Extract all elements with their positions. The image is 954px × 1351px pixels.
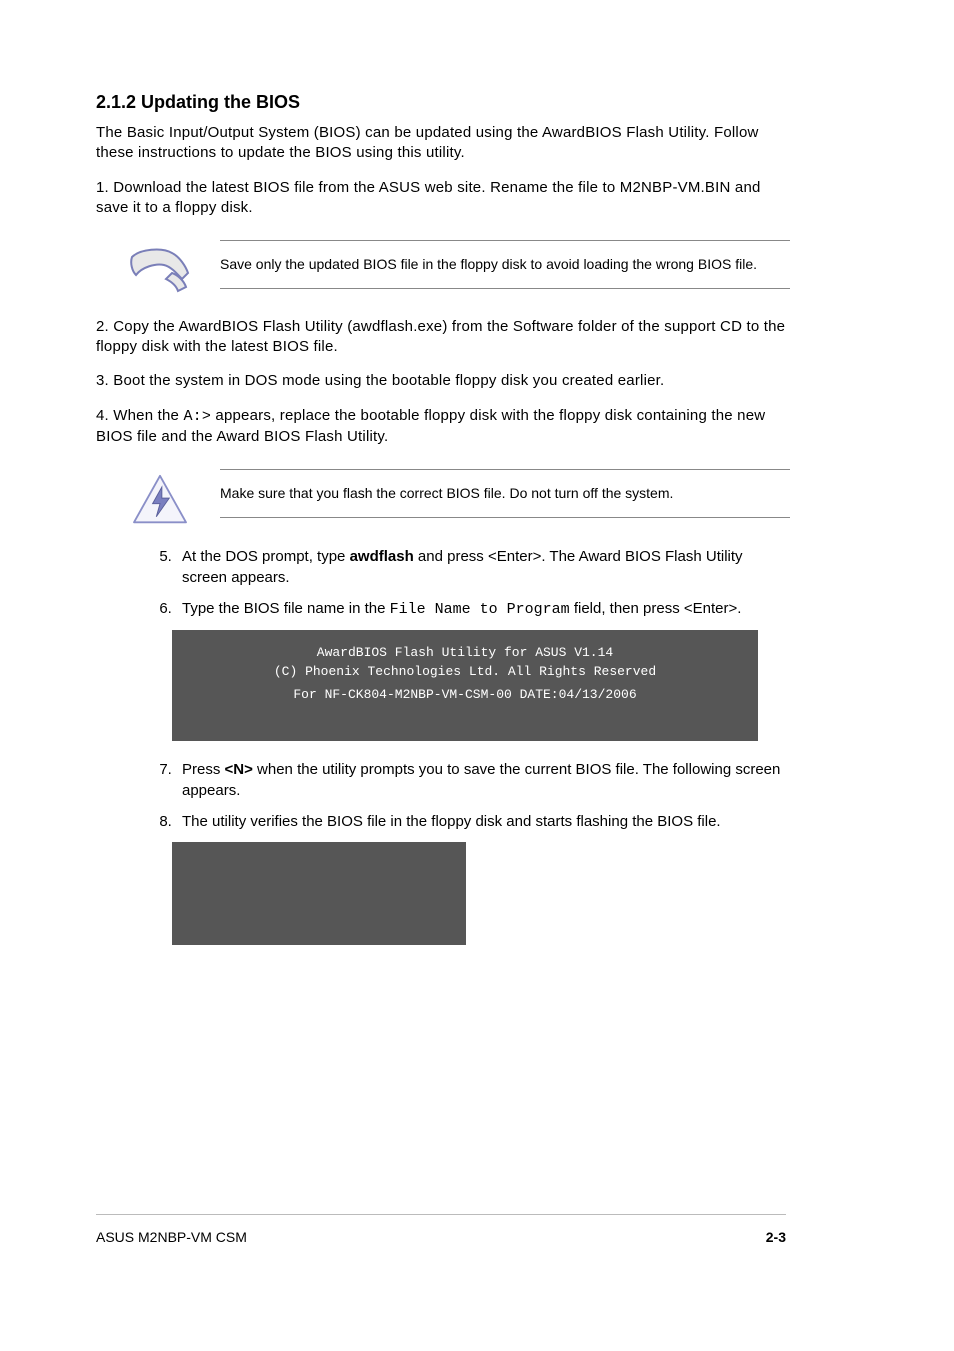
- page-footer: ASUS M2NBP-VM CSM 2-3: [96, 1214, 786, 1245]
- code-output-2: [172, 842, 466, 945]
- warning-lightning-icon: [130, 474, 194, 526]
- step-prompt: 4. When the A:> appears, replace the boo…: [96, 406, 786, 448]
- code-output-1: AwardBIOS Flash Utility for ASUS V1.14 (…: [172, 630, 758, 741]
- step-boot: 3. Boot the system in DOS mode using the…: [96, 371, 786, 391]
- warning-callout: Make sure that you flash the correct BIO…: [220, 469, 786, 518]
- footer-page-number: 2-3: [766, 1229, 786, 1245]
- step-6: Type the BIOS file name in the File Name…: [176, 598, 786, 620]
- note-callout-1: Save only the updated BIOS file in the f…: [220, 240, 786, 289]
- intro-paragraph: The Basic Input/Output System (BIOS) can…: [96, 123, 786, 164]
- step-8: The utility verifies the BIOS file in th…: [176, 811, 786, 832]
- step-copy: 2. Copy the AwardBIOS Flash Utility (awd…: [96, 317, 786, 358]
- footer-left: ASUS M2NBP-VM CSM: [96, 1229, 247, 1245]
- step-7: Press <N> when the utility prompts you t…: [176, 759, 786, 801]
- step-download: 1. Download the latest BIOS file from th…: [96, 178, 786, 219]
- hand-pointer-icon: [130, 245, 194, 297]
- warning-text: Make sure that you flash the correct BIO…: [220, 470, 786, 517]
- step-5: At the DOS prompt, type awdflash and pre…: [176, 546, 786, 588]
- section-heading: 2.1.2 Updating the BIOS: [96, 92, 786, 113]
- note-text-1: Save only the updated BIOS file in the f…: [220, 241, 786, 288]
